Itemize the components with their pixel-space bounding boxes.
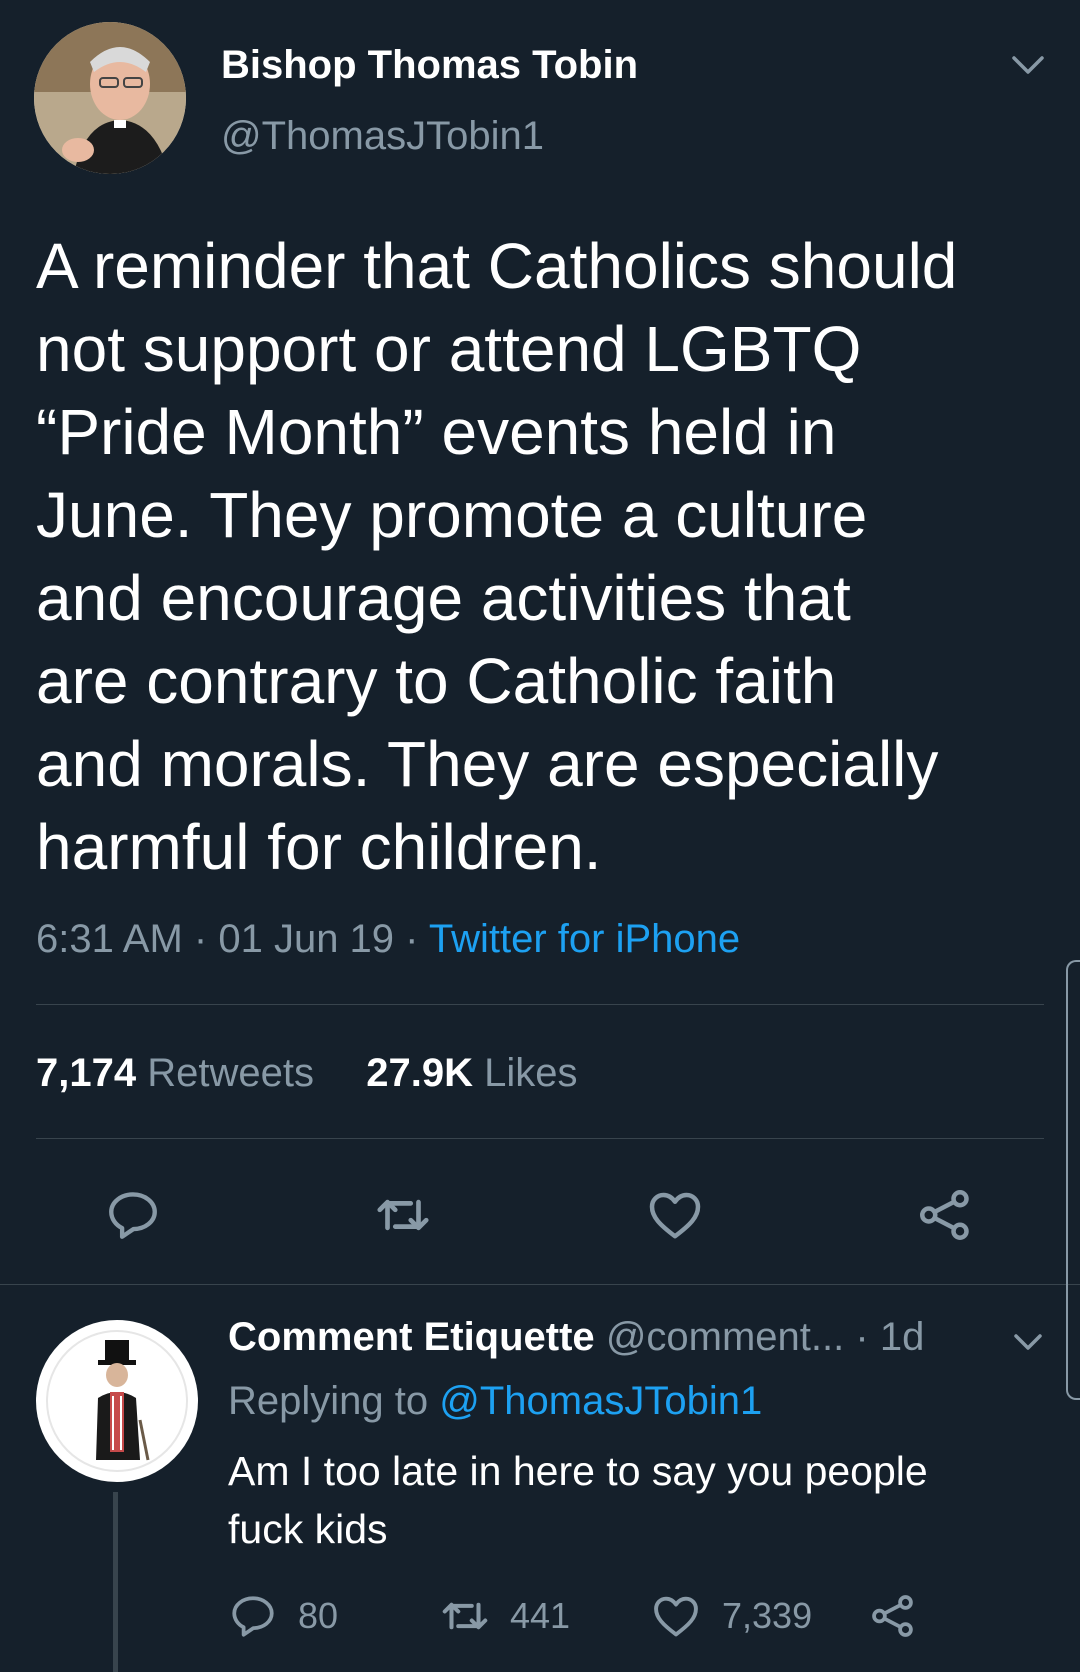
retweet-icon — [377, 1199, 429, 1231]
replying-to-line: Replying to @ThomasJTobin1 — [228, 1376, 762, 1426]
replying-to-handle[interactable]: @ThomasJTobin1 — [439, 1379, 762, 1423]
reply-like-button[interactable]: 7,339 — [650, 1588, 812, 1644]
tweet-stats: 7,174 Retweets 27.9K Likes — [36, 1048, 578, 1098]
author-handle[interactable]: @ThomasJTobin1 — [221, 111, 544, 161]
tweet-text-line: are contrary to Catholic faith — [36, 645, 837, 717]
tweet-text-line: “Pride Month” events held in — [36, 396, 837, 468]
reply-chevron-down-icon[interactable] — [1012, 1332, 1044, 1354]
thread-line — [113, 1492, 118, 1672]
tweet-text: A reminder that Catholics should not sup… — [36, 225, 1056, 889]
share-icon — [920, 1190, 969, 1240]
meta-separator: · — [405, 917, 419, 961]
reply-author-handle[interactable]: @comment... — [606, 1315, 844, 1359]
reply-text: Am I too late in here to say you people … — [228, 1442, 1048, 1558]
share-button[interactable] — [912, 1182, 978, 1248]
reply-time[interactable]: 1d — [880, 1315, 925, 1359]
tweet-text-line: harmful for children. — [36, 811, 602, 883]
tweet-date[interactable]: 01 Jun 19 — [218, 917, 394, 961]
likes-count: 27.9K — [366, 1051, 473, 1095]
heart-icon — [649, 1192, 701, 1239]
chevron-down-icon[interactable] — [1010, 54, 1046, 78]
divider — [0, 1284, 1080, 1285]
tweet-text-line: and morals. They are especially — [36, 728, 939, 800]
reply-retweet-button[interactable]: 441 — [438, 1588, 570, 1644]
tweet-text-line: A reminder that Catholics should — [36, 230, 958, 302]
scrollbar-thumb[interactable] — [1066, 960, 1080, 1400]
tweet-time[interactable]: 6:31 AM — [36, 917, 183, 961]
author-name[interactable]: Bishop Thomas Tobin — [221, 40, 638, 90]
retweet-icon — [442, 1602, 488, 1630]
meta-separator: · — [855, 1315, 869, 1359]
tweet-source-link[interactable]: Twitter for iPhone — [429, 917, 740, 961]
divider — [36, 1138, 1044, 1139]
reply-author-name[interactable]: Comment Etiquette — [228, 1315, 595, 1359]
share-icon — [872, 1595, 913, 1637]
tweet-text-line: not support or attend LGBTQ — [36, 313, 862, 385]
reply-count: 80 — [298, 1595, 339, 1636]
tweet-text-line: June. They promote a culture — [36, 479, 868, 551]
retweet-count: 441 — [510, 1595, 571, 1636]
reply-header: Comment Etiquette @comment... · 1d — [228, 1312, 924, 1362]
reply-icon — [232, 1596, 274, 1637]
reply-avatar-image — [46, 1330, 188, 1472]
retweets-stat[interactable]: 7,174 Retweets — [36, 1051, 325, 1095]
reply-reply-button[interactable]: 80 — [228, 1588, 338, 1644]
heart-icon — [654, 1596, 698, 1637]
tweet-meta: 6:31 AM · 01 Jun 19 · Twitter for iPhone — [36, 914, 740, 964]
reply-button[interactable] — [100, 1182, 166, 1248]
likes-label: Likes — [484, 1051, 578, 1095]
author-avatar-image — [34, 22, 186, 174]
reply-text-line: Am I too late in here to say you people — [228, 1448, 928, 1494]
tweet-text-line: and encourage activities that — [36, 562, 851, 634]
meta-separator: · — [193, 917, 208, 961]
reply-icon — [109, 1192, 157, 1239]
retweets-label: Retweets — [147, 1051, 314, 1095]
like-count: 7,339 — [722, 1595, 813, 1636]
reply-text-line: fuck kids — [228, 1506, 388, 1552]
reply-actions: 80 441 7,339 — [228, 1588, 928, 1644]
like-button[interactable] — [642, 1182, 708, 1248]
reply-author-avatar[interactable] — [36, 1320, 198, 1482]
reply-share-button[interactable] — [868, 1588, 918, 1644]
likes-stat[interactable]: 27.9K Likes — [366, 1051, 577, 1095]
retweets-count: 7,174 — [36, 1051, 137, 1095]
author-avatar[interactable] — [34, 22, 186, 174]
replying-to-label: Replying to — [228, 1379, 429, 1423]
divider — [36, 1004, 1044, 1005]
retweet-button[interactable] — [370, 1182, 436, 1248]
